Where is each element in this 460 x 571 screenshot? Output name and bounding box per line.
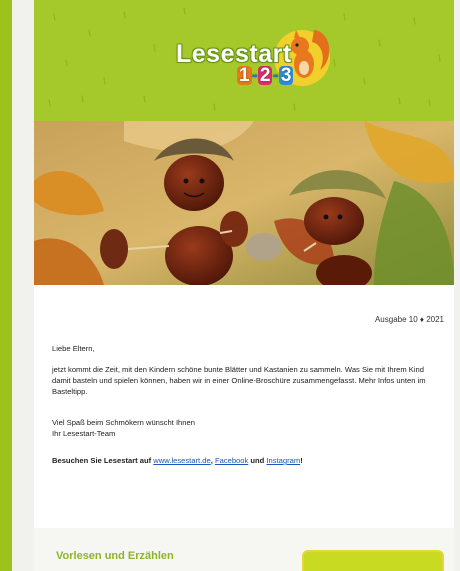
website-link[interactable]: www.lesestart.de (153, 456, 210, 465)
issue-label: Ausgabe 10 ♦ 2021 (374, 315, 444, 324)
logo-digit-3: 3 (278, 65, 294, 86)
social-links-line: Besuchen Sie Lesestart auf www.lesestart… (52, 455, 444, 466)
lesestart-logo[interactable]: Lesestart 1 - 2 - 3 (174, 20, 334, 95)
instagram-link[interactable]: Instagram (266, 456, 300, 465)
logo-digit-1: 1 (237, 65, 252, 86)
closing-block: Viel Spaß beim Schmökern wünscht Ihnen I… (52, 417, 444, 439)
facebook-link[interactable]: Facebook (215, 456, 248, 465)
left-gutter (12, 0, 34, 571)
right-gutter (454, 0, 460, 571)
signature-line: Ihr Lesestart-Team (52, 429, 116, 438)
closing-line: Viel Spaß beim Schmökern wünscht Ihnen (52, 418, 195, 427)
separator: und (248, 456, 267, 465)
newsletter-content: Ausgabe 10 ♦ 2021 Liebe Eltern, jetzt ko… (34, 285, 454, 515)
left-accent-strip (0, 0, 12, 571)
newsletter-body: Lesestart 1 - 2 - 3 Ausgabe 10 ♦ 2021 Li… (34, 0, 454, 571)
hero-image (34, 121, 454, 285)
section-button[interactable] (302, 550, 444, 571)
visit-prefix: Besuchen Sie Lesestart auf (52, 456, 154, 465)
newsletter-header: Lesestart 1 - 2 - 3 (34, 0, 454, 121)
logo-numbers: 1 - 2 - 3 (237, 65, 294, 86)
section-title: Vorlesen und Erzählen (56, 550, 174, 562)
logo-dash: - (251, 65, 258, 86)
logo-digit-2: 2 (257, 65, 273, 86)
intro-paragraph: jetzt kommt die Zeit, mit den Kindern sc… (52, 365, 426, 396)
visit-suffix: ! (300, 456, 303, 465)
logo-dash: - (272, 65, 279, 86)
greeting: Liebe Eltern, (52, 344, 95, 353)
